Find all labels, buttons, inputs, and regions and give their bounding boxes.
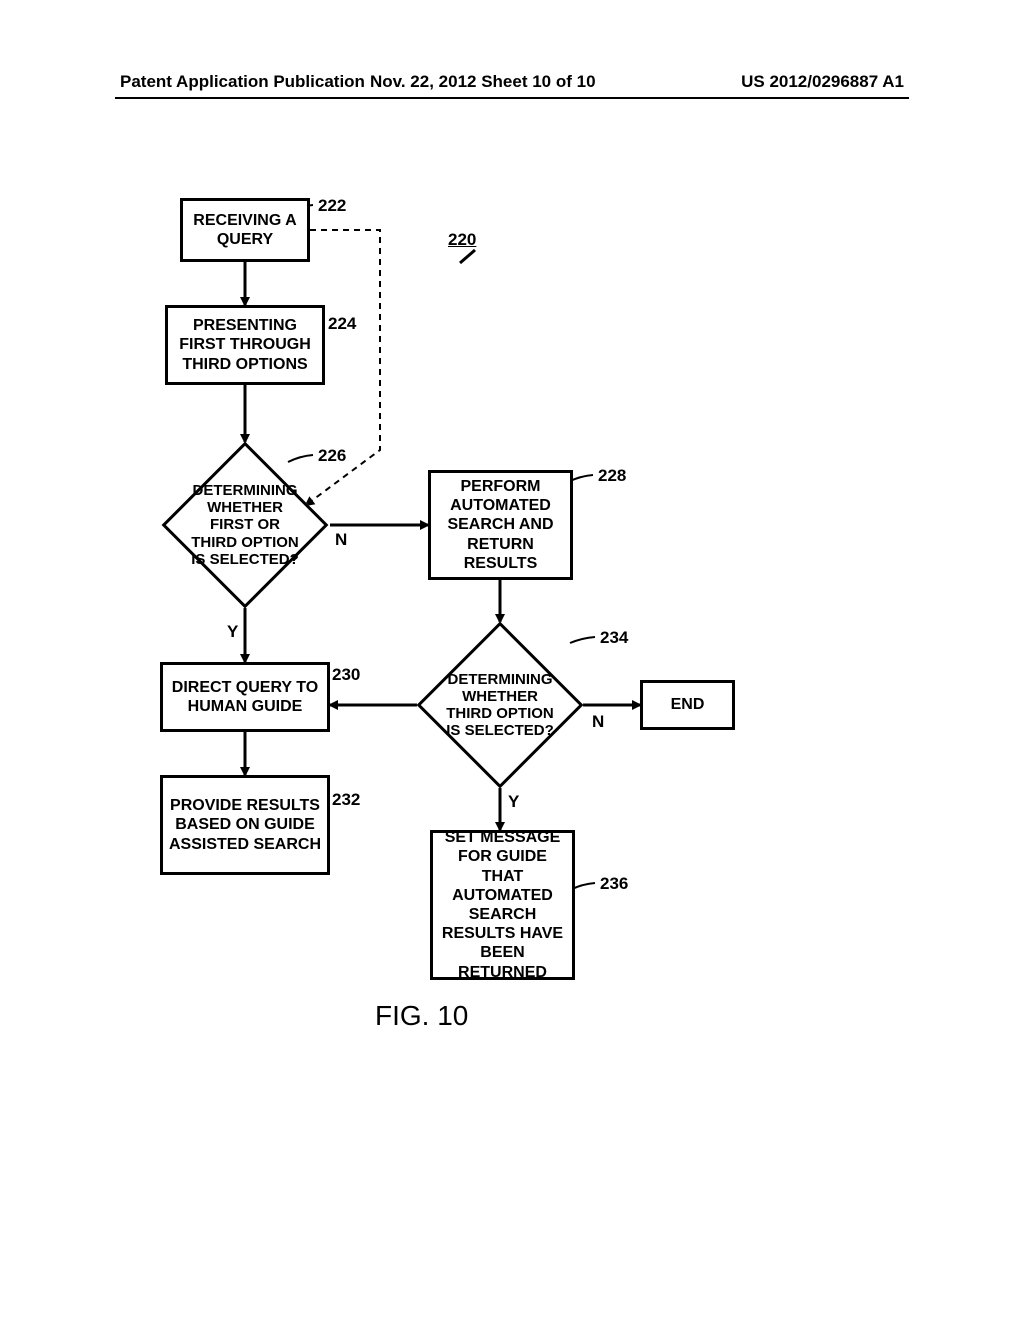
node-text: RECEIVING A QUERY [187, 211, 303, 249]
node-text: END [671, 695, 705, 714]
edge-234-n: N [592, 712, 604, 732]
node-set-message-guide: SET MESSAGE FOR GUIDE THAT AUTOMATED SEA… [430, 830, 575, 980]
node-provide-results-guide: PROVIDE RESULTS BASED ON GUIDE ASSISTED … [160, 775, 330, 875]
ref-224: 224 [328, 314, 356, 334]
flowchart: RECEIVING A QUERY 222 PRESENTING FIRST T… [130, 190, 750, 1070]
node-text: DETERMINING WHETHER FIRST OR THIRD OPTIO… [189, 482, 301, 568]
node-presenting-options: PRESENTING FIRST THROUGH THIRD OPTIONS [165, 305, 325, 385]
node-text: PERFORM AUTOMATED SEARCH AND RETURN RESU… [435, 477, 566, 573]
ref-236: 236 [600, 874, 628, 894]
ref-226: 226 [318, 446, 346, 466]
edge-226-n: N [335, 530, 347, 550]
header-center: Nov. 22, 2012 Sheet 10 of 10 [370, 72, 596, 92]
edge-234-y: Y [508, 792, 519, 812]
ref-222: 222 [318, 196, 346, 216]
node-text: SET MESSAGE FOR GUIDE THAT AUTOMATED SEA… [437, 828, 568, 982]
node-direct-query-guide: DIRECT QUERY TO HUMAN GUIDE [160, 662, 330, 732]
node-automated-search: PERFORM AUTOMATED SEARCH AND RETURN RESU… [428, 470, 573, 580]
ref-230: 230 [332, 665, 360, 685]
node-text: DIRECT QUERY TO HUMAN GUIDE [167, 678, 323, 716]
node-receiving-query: RECEIVING A QUERY [180, 198, 310, 262]
node-text: PRESENTING FIRST THROUGH THIRD OPTIONS [172, 316, 318, 374]
ref-228: 228 [598, 466, 626, 486]
header-rule [115, 97, 909, 99]
edge-226-y: Y [227, 622, 238, 642]
ref-232: 232 [332, 790, 360, 810]
header-left: Patent Application Publication [120, 72, 365, 92]
node-text: DETERMINING WHETHER THIRD OPTION IS SELE… [444, 671, 556, 740]
ref-220: 220 [448, 230, 476, 250]
ref-234: 234 [600, 628, 628, 648]
node-end: END [640, 680, 735, 730]
figure-label: FIG. 10 [375, 1000, 468, 1032]
header-right: US 2012/0296887 A1 [741, 72, 904, 92]
node-text: PROVIDE RESULTS BASED ON GUIDE ASSISTED … [167, 796, 323, 854]
